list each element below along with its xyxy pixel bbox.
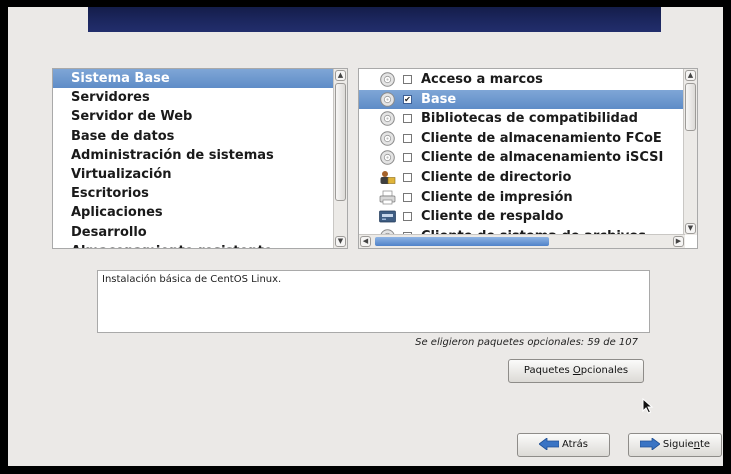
group-item[interactable]: Servidores	[53, 88, 334, 107]
group-item[interactable]: Administración de sistemas	[53, 146, 334, 165]
scroll-up-arrow-icon[interactable]: ▲	[335, 70, 346, 81]
group-description: Instalación básica de CentOS Linux.	[97, 270, 650, 333]
package-checkbox[interactable]	[403, 114, 412, 124]
screen-frame: Sistema Base Servidores Servidor de Web Bas…	[0, 0, 731, 474]
package-item[interactable]: Cliente de almacenamiento FCoE	[359, 129, 685, 149]
package-checkbox[interactable]	[403, 192, 412, 202]
scroll-left-arrow-icon[interactable]: ◀	[360, 236, 371, 247]
arrow-right-icon	[639, 438, 660, 450]
package-item[interactable]: ✔ Base	[359, 89, 685, 110]
package-label: Base	[421, 91, 457, 107]
group-list[interactable]: Sistema Base Servidores Servidor de Web Bas…	[52, 68, 348, 249]
disc-icon	[379, 130, 396, 146]
package-label: Bibliotecas de compatibilidad	[421, 111, 638, 127]
disc-icon	[379, 91, 396, 107]
package-item[interactable]: Cliente de impresión	[359, 188, 685, 208]
package-checkbox[interactable]	[403, 133, 412, 143]
package-label: Cliente de directorio	[421, 169, 572, 185]
back-button-label: Atrás	[561, 439, 589, 450]
group-item[interactable]: Desarrollo	[53, 223, 334, 242]
group-item[interactable]: Escritorios	[53, 184, 334, 203]
group-item[interactable]: Base de datos	[53, 127, 334, 146]
package-checkbox[interactable]	[403, 172, 412, 182]
disc-icon	[379, 150, 396, 166]
package-list-vscrollbar[interactable]: ▲ ▼	[683, 69, 697, 235]
optional-packages-label-post: pcionales	[580, 365, 629, 376]
next-button-label-pre: Siguie	[662, 439, 694, 450]
scroll-right-arrow-icon[interactable]: ▶	[673, 236, 684, 247]
optional-packages-label-pre: Paquetes	[523, 365, 573, 376]
scroll-thumb[interactable]	[685, 83, 696, 131]
next-button[interactable]: Siguiente	[628, 433, 722, 457]
package-checkbox[interactable]	[403, 153, 412, 163]
package-label: Cliente de impresión	[421, 189, 573, 205]
optional-packages-count: Se eligieron paquetes opcionales: 59 de …	[415, 337, 638, 348]
next-button-label-post: te	[700, 439, 711, 450]
package-list[interactable]: Acceso a marcos ✔ Base Bibliotecas de compa…	[358, 68, 698, 249]
package-checkbox[interactable]: ✔	[403, 94, 412, 104]
package-checkbox[interactable]	[403, 75, 412, 84]
group-item[interactable]: Servidor de Web	[53, 107, 334, 126]
package-label: Cliente de respaldo	[421, 209, 564, 225]
disc-icon	[379, 72, 396, 87]
scroll-thumb[interactable]	[335, 83, 346, 201]
package-label: Cliente de almacenamiento FCoE	[421, 130, 662, 146]
group-list-scrollbar[interactable]: ▲ ▼	[333, 69, 347, 248]
package-item[interactable]: Cliente de respaldo	[359, 207, 685, 227]
disc-icon	[379, 111, 396, 126]
package-item[interactable]: Bibliotecas de compatibilidad	[359, 109, 685, 129]
arrow-left-icon	[538, 438, 559, 450]
horizontal-scroll-thumb[interactable]	[375, 237, 549, 246]
header-banner	[88, 7, 661, 32]
package-list-items: Acceso a marcos ✔ Base Bibliotecas de compa…	[359, 70, 685, 246]
package-item[interactable]: Acceso a marcos	[359, 70, 685, 90]
package-checkbox[interactable]	[403, 212, 412, 222]
optional-packages-mnemonic: O	[572, 365, 581, 376]
scroll-down-arrow-icon[interactable]: ▼	[685, 223, 696, 234]
backup-icon	[379, 209, 396, 224]
scroll-up-arrow-icon[interactable]: ▲	[685, 70, 696, 81]
scroll-down-arrow-icon[interactable]: ▼	[335, 236, 346, 247]
group-list-items: Sistema Base Servidores Servidor de Web Bas…	[53, 69, 334, 248]
optional-packages-button[interactable]: Paquetes Opcionales	[508, 359, 644, 383]
mouse-cursor-icon	[642, 398, 654, 414]
package-list-hscrollbar[interactable]: ◀ ▶	[359, 234, 685, 248]
group-item[interactable]: Aplicaciones	[53, 203, 334, 222]
package-label: Acceso a marcos	[421, 72, 543, 87]
printer-icon	[379, 190, 396, 205]
group-item[interactable]: Almacenamiento resistente	[53, 242, 334, 248]
group-item[interactable]: Virtualización	[53, 165, 334, 184]
group-item[interactable]: Sistema Base	[53, 69, 334, 89]
back-button[interactable]: Atrás	[517, 433, 610, 457]
directory-icon	[379, 170, 396, 185]
package-label: Cliente de almacenamiento iSCSI	[421, 150, 664, 166]
package-item[interactable]: Cliente de almacenamiento iSCSI	[359, 148, 685, 168]
package-item[interactable]: Cliente de directorio	[359, 168, 685, 188]
